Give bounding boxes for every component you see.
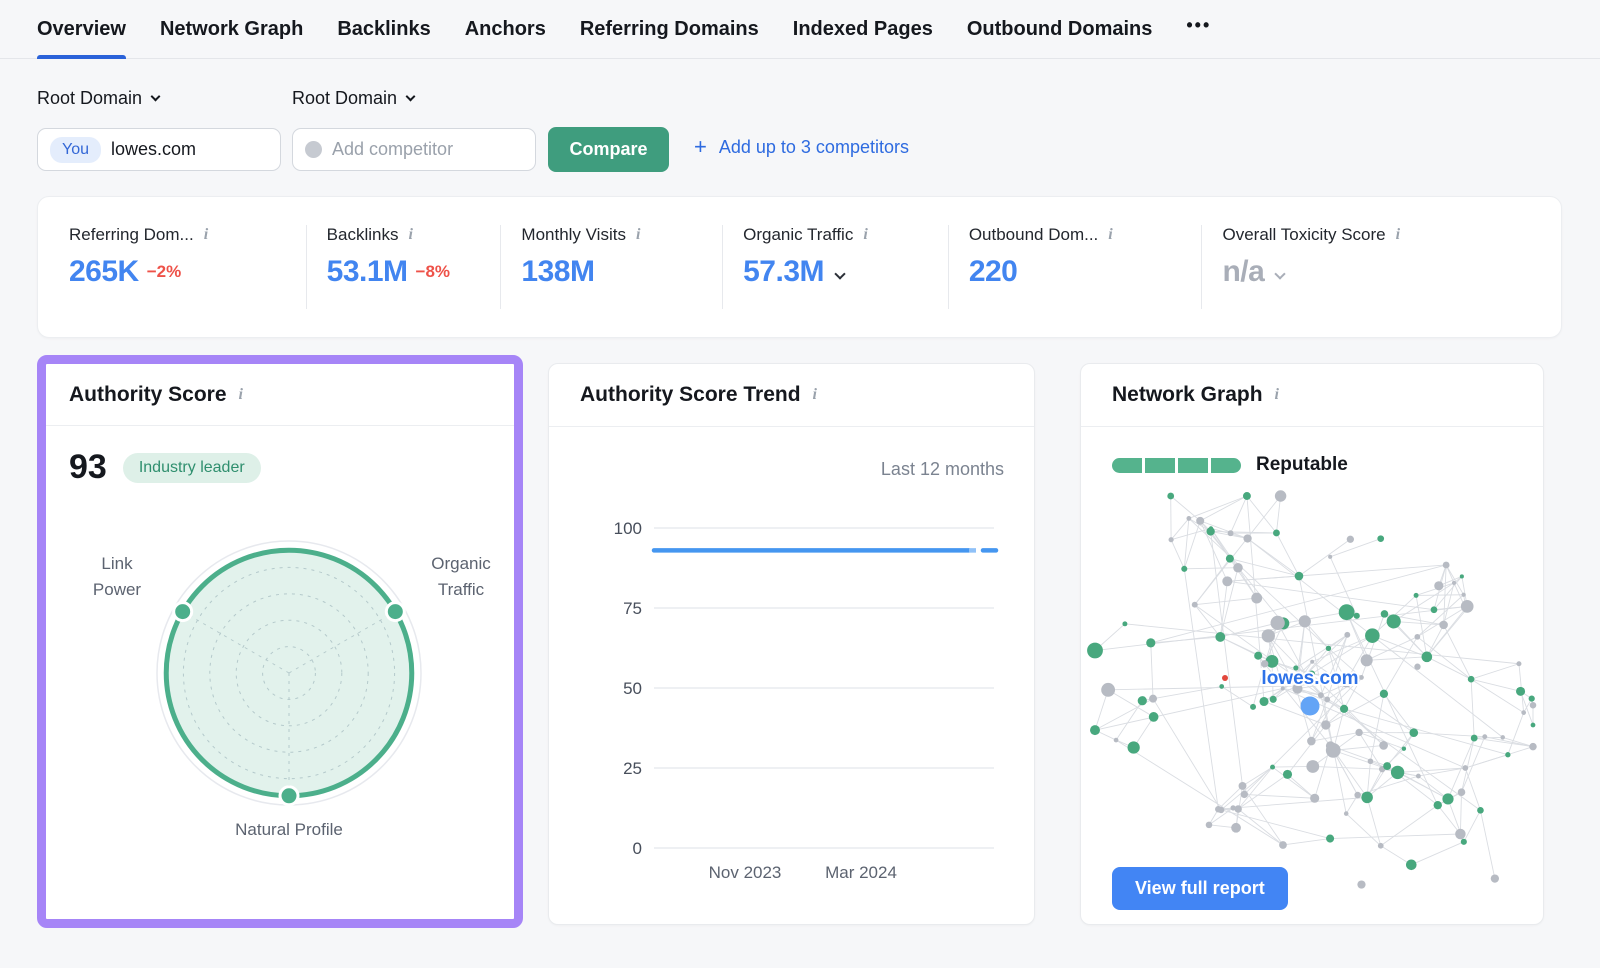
svg-text:100: 100 xyxy=(614,519,642,538)
plus-icon: + xyxy=(694,136,707,158)
svg-text:Organic: Organic xyxy=(431,554,491,573)
competitor-scope-label: Root Domain xyxy=(292,88,397,109)
svg-text:Link: Link xyxy=(101,554,133,573)
tab-referring-domains[interactable]: Referring Domains xyxy=(580,0,759,59)
tab-overview[interactable]: Overview xyxy=(37,0,126,59)
chevron-down-icon[interactable] xyxy=(1275,268,1286,279)
you-scope-select[interactable]: Root Domain xyxy=(37,88,159,109)
card-title: Network Graph xyxy=(1112,383,1263,407)
you-scope-label: Root Domain xyxy=(37,88,142,109)
svg-text:0: 0 xyxy=(633,839,642,858)
industry-leader-badge: Industry leader xyxy=(123,453,261,483)
svg-text:75: 75 xyxy=(623,599,642,618)
info-icon[interactable]: i xyxy=(1108,226,1112,244)
metric-backlinks: Backlinks i 53.1M −8% xyxy=(306,225,501,309)
info-icon[interactable]: i xyxy=(204,226,208,244)
view-full-report-button[interactable]: View full report xyxy=(1112,867,1288,910)
metric-value: n/a xyxy=(1222,255,1264,289)
svg-text:Mar 2024: Mar 2024 xyxy=(825,863,897,882)
backlink-analytics-page: Overview Network Graph Backlinks Anchors… xyxy=(0,0,1600,968)
info-icon[interactable]: i xyxy=(408,226,412,244)
you-domain-value: lowes.com xyxy=(111,139,196,160)
reputation-label: Reputable xyxy=(1256,454,1348,476)
svg-text:50: 50 xyxy=(623,679,642,698)
tab-backlinks[interactable]: Backlinks xyxy=(337,0,430,59)
authority-score-card: Authority Score i 93 Industry leader Lin… xyxy=(37,355,523,928)
report-tabs: Overview Network Graph Backlinks Anchors… xyxy=(0,0,1600,59)
metric-label: Monthly Visits xyxy=(521,225,626,245)
reputation-indicator: Reputable xyxy=(1112,454,1543,476)
competitor-dot-icon xyxy=(305,141,322,158)
metric-label: Backlinks xyxy=(327,225,399,245)
add-competitor-input[interactable]: Add competitor xyxy=(292,128,536,171)
metric-value[interactable]: 138M xyxy=(521,255,594,289)
reputation-meter-icon xyxy=(1112,458,1241,473)
card-title: Authority Score Trend xyxy=(580,383,801,407)
info-icon[interactable]: i xyxy=(863,226,867,244)
metric-delta: −8% xyxy=(416,262,451,282)
svg-text:Nov 2023: Nov 2023 xyxy=(709,863,782,882)
chevron-down-icon[interactable] xyxy=(834,268,845,279)
add-competitor-placeholder: Add competitor xyxy=(332,139,453,160)
metric-outbound-domains: Outbound Dom... i 220 xyxy=(948,225,1202,309)
authority-score-trend-card: Authority Score Trend i Last 12 months 10… xyxy=(548,363,1035,925)
chevron-down-icon xyxy=(406,92,416,102)
svg-text:Natural Profile: Natural Profile xyxy=(235,820,343,839)
info-icon[interactable]: i xyxy=(636,226,640,244)
compare-button[interactable]: Compare xyxy=(548,127,669,172)
authority-score-value: 93 xyxy=(69,448,107,487)
metric-delta: −2% xyxy=(147,262,182,282)
metric-value[interactable]: 53.1M xyxy=(327,255,408,289)
metric-value[interactable]: 220 xyxy=(969,255,1018,289)
add-competitors-label: Add up to 3 competitors xyxy=(719,137,909,158)
authority-score-radar-chart: Link Power Organic Traffic Natural Profile xyxy=(69,491,509,863)
network-graph-card: Network Graph i Reputable lowes.com View… xyxy=(1080,363,1544,925)
svg-text:Traffic: Traffic xyxy=(438,580,485,599)
metric-toxicity-score: Overall Toxicity Score i n/a xyxy=(1201,225,1561,309)
tab-network-graph[interactable]: Network Graph xyxy=(160,0,303,59)
metric-value[interactable]: 57.3M xyxy=(743,255,824,289)
tab-outbound-domains[interactable]: Outbound Domains xyxy=(967,0,1153,59)
svg-text:lowes.com: lowes.com xyxy=(1261,668,1358,689)
card-title: Authority Score xyxy=(69,383,227,407)
chevron-down-icon xyxy=(151,92,161,102)
competitor-scope-select[interactable]: Root Domain xyxy=(292,88,414,109)
svg-text:25: 25 xyxy=(623,759,642,778)
you-domain-input[interactable]: You lowes.com xyxy=(37,128,281,171)
info-icon[interactable]: i xyxy=(1396,226,1400,244)
metric-referring-domains: Referring Dom... i 265K −2% xyxy=(38,225,306,309)
you-badge: You xyxy=(50,137,101,163)
metric-value[interactable]: 265K xyxy=(69,255,139,289)
tab-anchors[interactable]: Anchors xyxy=(465,0,546,59)
metrics-summary-bar: Referring Dom... i 265K −2% Backlinks i 53… xyxy=(37,196,1562,338)
svg-text:Last 12 months: Last 12 months xyxy=(881,459,1004,479)
network-graph-visualization[interactable]: lowes.com xyxy=(1081,488,1543,914)
svg-text:Power: Power xyxy=(93,580,142,599)
info-icon[interactable]: i xyxy=(813,386,817,404)
add-competitors-link[interactable]: + Add up to 3 competitors xyxy=(694,136,909,158)
metric-label: Overall Toxicity Score xyxy=(1222,225,1385,245)
tab-indexed-pages[interactable]: Indexed Pages xyxy=(793,0,933,59)
authority-score-trend-chart: Last 12 months 100 75 50 25 0 Nov 2023 Mar 2024 xyxy=(549,427,1034,924)
info-icon[interactable]: i xyxy=(239,386,243,404)
metric-organic-traffic: Organic Traffic i 57.3M xyxy=(722,225,948,309)
metric-monthly-visits: Monthly Visits i 138M xyxy=(500,225,722,309)
metric-label: Referring Dom... xyxy=(69,225,194,245)
info-icon[interactable]: i xyxy=(1275,386,1279,404)
metric-label: Outbound Dom... xyxy=(969,225,1098,245)
metric-label: Organic Traffic xyxy=(743,225,853,245)
more-tabs-icon[interactable]: ••• xyxy=(1186,0,1211,59)
